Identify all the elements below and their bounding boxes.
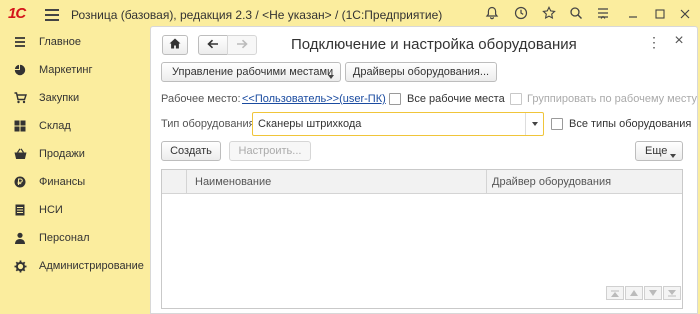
sidebar-item-label: Персонал: [39, 232, 90, 244]
back-button[interactable]: [198, 35, 228, 55]
column-header-driver[interactable]: Драйвер оборудования: [492, 176, 611, 188]
scroll-to-bottom-button[interactable]: [663, 286, 681, 300]
menu-icon: [13, 35, 27, 49]
workplace-label: Рабочее место:: [161, 93, 241, 105]
basket-icon: [13, 147, 27, 161]
scroll-up-button[interactable]: [625, 286, 643, 300]
equipment-table[interactable]: Наименование Драйвер оборудования: [161, 169, 683, 309]
sidebar-item-label: Продажи: [39, 148, 85, 160]
chevron-down-icon: [670, 149, 676, 161]
catalog-icon: [13, 203, 27, 217]
home-icon: [169, 38, 181, 52]
sidebar-item-label: Финансы: [39, 176, 86, 188]
cart-icon: [13, 91, 27, 105]
sidebar: Главное Маркетинг Закупки Склад Продажи …: [0, 30, 150, 314]
minimize-icon[interactable]: [624, 6, 642, 24]
sidebar-item-administration[interactable]: Администрирование: [0, 256, 150, 276]
column-header-name[interactable]: Наименование: [195, 176, 271, 188]
sidebar-item-finance[interactable]: Финансы: [0, 172, 150, 192]
star-icon[interactable]: [540, 6, 558, 24]
configure-button[interactable]: Настроить...: [229, 141, 311, 161]
sidebar-item-purchases[interactable]: Закупки: [0, 88, 150, 108]
sidebar-item-label: Маркетинг: [39, 64, 93, 76]
app-logo[interactable]: 1С: [8, 5, 26, 22]
more-options-icon[interactable]: ⋮: [647, 34, 661, 51]
sidebar-item-nsi[interactable]: НСИ: [0, 200, 150, 220]
all-workplaces-label: Все рабочие места: [407, 93, 505, 105]
create-button[interactable]: Создать: [161, 141, 221, 161]
all-workplaces-checkbox[interactable]: [389, 93, 401, 105]
forward-button[interactable]: [227, 35, 257, 55]
search-icon[interactable]: [567, 6, 585, 24]
sidebar-item-warehouse[interactable]: Склад: [0, 116, 150, 136]
page-title: Подключение и настройка оборудования: [291, 36, 577, 53]
sidebar-item-main[interactable]: Главное: [0, 32, 150, 52]
drivers-button[interactable]: Драйверы оборудования...: [345, 62, 497, 82]
coin-icon: [13, 175, 27, 189]
workplace-link[interactable]: <<Пользователь>>(user-ПК): [242, 93, 386, 105]
form-close-icon[interactable]: ×: [672, 32, 686, 50]
history-icon[interactable]: [512, 6, 530, 24]
column-separator: [486, 170, 487, 194]
scroll-down-button[interactable]: [644, 286, 662, 300]
person-icon: [13, 231, 27, 245]
pie-icon: [13, 63, 27, 77]
bell-icon[interactable]: [483, 6, 501, 24]
arrow-left-icon: [207, 39, 219, 52]
maximize-icon[interactable]: [651, 6, 669, 24]
drivers-button-label: Драйверы оборудования...: [352, 66, 490, 78]
arrow-right-icon: [236, 39, 248, 52]
warehouse-icon: [13, 119, 27, 133]
home-button[interactable]: [162, 35, 188, 55]
more-actions-label: Еще: [645, 145, 668, 157]
all-types-label: Все типы оборудования: [569, 118, 692, 130]
close-icon[interactable]: [676, 6, 694, 24]
sidebar-item-label: Закупки: [39, 92, 80, 104]
all-types-checkbox[interactable]: [551, 118, 563, 130]
group-by-workplace-checkbox[interactable]: [510, 93, 522, 105]
gear-icon: [13, 259, 27, 273]
equipment-type-select[interactable]: Сканеры штрихкода: [252, 112, 544, 136]
app-title: Розница (базовая), редакция 2.3 / <Не ук…: [71, 8, 443, 22]
sidebar-item-marketing[interactable]: Маркетинг: [0, 60, 150, 80]
sidebar-item-label: НСИ: [39, 204, 63, 216]
more-actions-button[interactable]: Еще: [635, 141, 683, 161]
sidebar-item-label: Главное: [39, 36, 82, 48]
equipment-type-value: Сканеры штрихкода: [258, 118, 362, 130]
dropdown-arrow-icon[interactable]: [525, 113, 543, 135]
sidebar-item-personnel[interactable]: Персонал: [0, 228, 150, 248]
table-header: Наименование Драйвер оборудования: [162, 170, 682, 194]
chevron-down-icon: [328, 70, 334, 82]
sidebar-item-label: Склад: [39, 120, 71, 132]
workplaces-button-label: Управление рабочими местами: [172, 66, 334, 78]
create-button-label: Создать: [170, 145, 212, 157]
equipment-form: Подключение и настройка оборудования ⋮ ×…: [150, 26, 698, 314]
settings-icon[interactable]: [594, 6, 612, 24]
sidebar-item-sales[interactable]: Продажи: [0, 144, 150, 164]
sidebar-item-label: Администрирование: [39, 260, 144, 272]
column-separator: [186, 170, 187, 194]
main-menu-icon[interactable]: [45, 9, 59, 21]
scroll-to-top-button[interactable]: [606, 286, 624, 300]
equipment-type-label: Тип оборудования:: [161, 118, 258, 130]
group-by-workplace-label: Группировать по рабочему месту: [527, 93, 698, 105]
workplaces-button[interactable]: Управление рабочими местами: [161, 62, 341, 82]
configure-button-label: Настроить...: [238, 145, 302, 157]
